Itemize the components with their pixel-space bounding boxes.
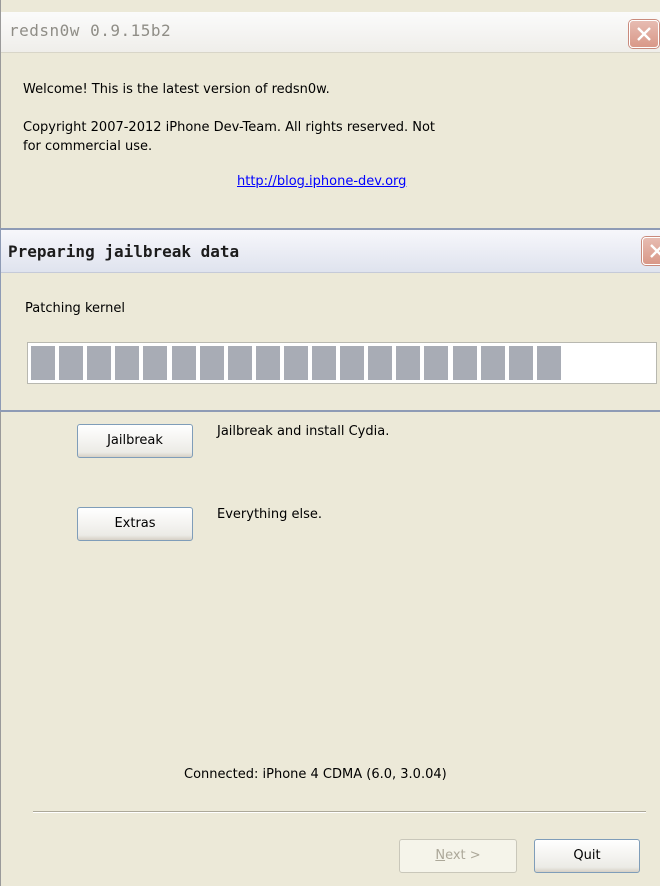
extras-button[interactable]: Extras bbox=[77, 507, 193, 541]
progress-segment bbox=[31, 346, 55, 380]
connection-status: Connected: iPhone 4 CDMA (6.0, 3.0.04) bbox=[184, 767, 447, 782]
extras-description: Everything else. bbox=[217, 507, 323, 522]
close-icon bbox=[637, 27, 651, 41]
copyright-line-1: Copyright 2007-2012 iPhone Dev-Team. All… bbox=[23, 120, 435, 135]
progress-segment bbox=[200, 346, 224, 380]
progress-segment bbox=[424, 346, 448, 380]
copyright-line-2: for commercial use. bbox=[23, 139, 153, 154]
close-icon bbox=[650, 244, 660, 258]
next-label-rest: ext > bbox=[445, 848, 481, 863]
divider bbox=[33, 811, 646, 813]
window-title: redsn0w 0.9.15b2 bbox=[9, 21, 172, 40]
progress-segment bbox=[509, 346, 533, 380]
progress-fill bbox=[31, 346, 591, 380]
jailbreak-button[interactable]: Jailbreak bbox=[77, 424, 193, 458]
dialog-close-button[interactable] bbox=[642, 237, 660, 265]
progress-bar bbox=[27, 342, 657, 384]
progress-segment bbox=[340, 346, 364, 380]
progress-segment bbox=[87, 346, 111, 380]
quit-button[interactable]: Quit bbox=[534, 839, 640, 873]
main-close-button[interactable] bbox=[629, 20, 659, 48]
progress-segment bbox=[312, 346, 336, 380]
progress-dialog: Preparing jailbreak data Patching kernel bbox=[0, 228, 660, 412]
progress-segment bbox=[59, 346, 83, 380]
progress-segment bbox=[115, 346, 139, 380]
progress-status: Patching kernel bbox=[25, 301, 125, 316]
dialog-title: Preparing jailbreak data bbox=[8, 242, 240, 261]
progress-segment bbox=[453, 346, 477, 380]
copyright-text: Copyright 2007-2012 iPhone Dev-Team. All… bbox=[23, 118, 435, 156]
main-window: redsn0w 0.9.15b2 Welcome! This is the la… bbox=[0, 0, 660, 886]
main-titlebar: redsn0w 0.9.15b2 bbox=[1, 12, 660, 53]
progress-segment bbox=[172, 346, 196, 380]
progress-segment bbox=[256, 346, 280, 380]
progress-segment bbox=[284, 346, 308, 380]
progress-segment bbox=[228, 346, 252, 380]
dialog-titlebar: Preparing jailbreak data bbox=[1, 230, 660, 273]
progress-segment bbox=[368, 346, 392, 380]
progress-segment bbox=[143, 346, 167, 380]
next-button: Next > bbox=[399, 839, 517, 873]
progress-segment bbox=[481, 346, 505, 380]
progress-segment bbox=[537, 346, 561, 380]
blog-link[interactable]: http://blog.iphone-dev.org bbox=[237, 174, 406, 189]
jailbreak-description: Jailbreak and install Cydia. bbox=[217, 424, 390, 439]
next-mnemonic: N bbox=[435, 848, 446, 863]
welcome-text: Welcome! This is the latest version of r… bbox=[23, 82, 330, 97]
progress-segment bbox=[396, 346, 420, 380]
